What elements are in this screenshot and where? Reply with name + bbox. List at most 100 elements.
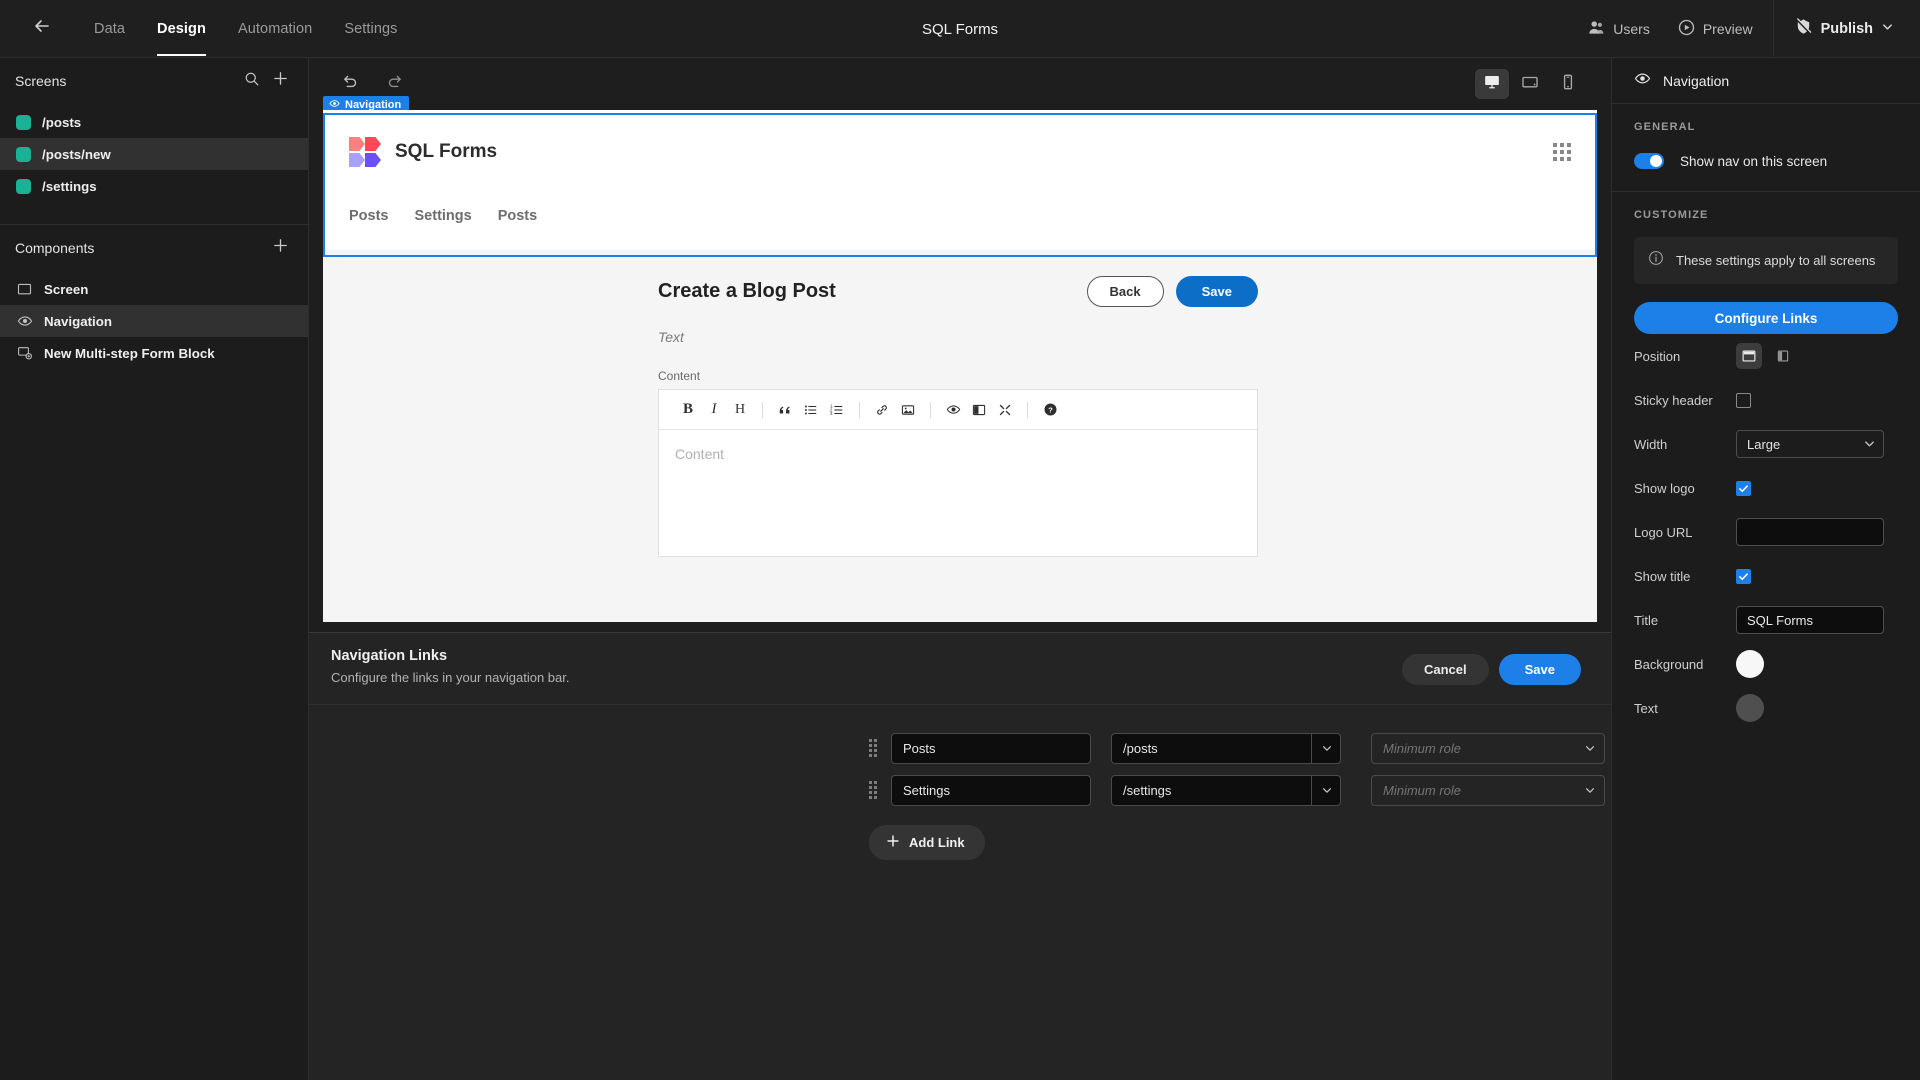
bold-icon[interactable]: B: [675, 397, 701, 423]
position-label: Position: [1634, 349, 1736, 364]
show-nav-toggle[interactable]: [1634, 153, 1664, 169]
tab-settings[interactable]: Settings: [328, 15, 413, 43]
canvas-toolbar: [309, 58, 1611, 110]
left-sidebar: Screens /posts /posts/new: [0, 58, 309, 1080]
component-item-screen[interactable]: Screen: [0, 273, 308, 305]
info-banner: These settings apply to all screens: [1634, 237, 1898, 284]
app-nav-link[interactable]: Posts: [498, 208, 538, 224]
app-nav-link[interactable]: Posts: [349, 208, 389, 224]
link-url-select[interactable]: [1111, 775, 1341, 806]
cancel-button[interactable]: Cancel: [1402, 654, 1489, 685]
show-logo-checkbox[interactable]: [1736, 481, 1751, 496]
link-role-select[interactable]: [1371, 733, 1605, 764]
save-button-preview[interactable]: Save: [1176, 276, 1258, 307]
position-property: Position: [1634, 334, 1898, 378]
link-url-input[interactable]: [1111, 775, 1341, 806]
width-select[interactable]: Large: [1736, 430, 1884, 458]
drag-dots-icon[interactable]: [869, 739, 877, 757]
component-item-multistep-form-block[interactable]: New Multi-step Form Block: [0, 337, 308, 369]
sidebar-item-posts[interactable]: /posts: [0, 106, 308, 138]
ordered-list-icon[interactable]: 123: [824, 397, 850, 423]
save-button[interactable]: Save: [1499, 654, 1581, 685]
quote-icon[interactable]: [772, 397, 798, 423]
desktop-preview-button[interactable]: [1475, 69, 1509, 99]
sticky-header-checkbox[interactable]: [1736, 393, 1751, 408]
component-label: New Multi-step Form Block: [44, 346, 215, 361]
logo-url-input[interactable]: [1736, 518, 1884, 546]
preview-eye-icon[interactable]: [940, 397, 966, 423]
components-title: Components: [15, 240, 266, 256]
general-section-label: GENERAL: [1634, 121, 1898, 133]
italic-icon[interactable]: I: [701, 397, 727, 423]
text-field-placeholder[interactable]: Text: [658, 307, 1258, 345]
link-url-select[interactable]: [1111, 733, 1341, 764]
background-color-swatch[interactable]: [1736, 650, 1764, 678]
text-color-swatch[interactable]: [1736, 694, 1764, 722]
app-nav-link[interactable]: Settings: [415, 208, 472, 224]
logo-url-property: Logo URL: [1634, 510, 1898, 554]
preview-button[interactable]: Preview: [1664, 11, 1767, 47]
unordered-list-icon[interactable]: [798, 397, 824, 423]
grid-drag-icon[interactable]: [1553, 143, 1571, 161]
back-button-preview[interactable]: Back: [1087, 276, 1164, 307]
tab-design[interactable]: Design: [141, 15, 222, 43]
link-icon[interactable]: [869, 397, 895, 423]
sidebar-item-settings[interactable]: /settings: [0, 170, 308, 202]
tab-automation[interactable]: Automation: [222, 15, 328, 43]
undo-button[interactable]: [335, 69, 365, 99]
svg-text:3: 3: [830, 411, 833, 416]
redo-icon: [385, 72, 404, 96]
component-label: Navigation: [44, 314, 112, 329]
preview-label: Preview: [1703, 21, 1753, 37]
tablet-icon: [1521, 73, 1539, 96]
link-role-select[interactable]: [1371, 775, 1605, 806]
back-button[interactable]: [22, 9, 62, 49]
link-text-input[interactable]: [891, 775, 1091, 806]
image-icon[interactable]: [895, 397, 921, 423]
screen-label: /settings: [42, 179, 97, 194]
drag-dots-icon[interactable]: [869, 781, 877, 799]
link-url-input[interactable]: [1111, 733, 1341, 764]
heading-icon[interactable]: H: [727, 397, 753, 423]
add-link-button[interactable]: Add Link: [869, 825, 985, 860]
screen-status-dot: [16, 179, 31, 194]
link-role-input[interactable]: [1371, 733, 1605, 764]
users-button[interactable]: Users: [1574, 11, 1664, 47]
app-navigation-bar[interactable]: SQL Forms Posts Settings Posts: [323, 110, 1597, 250]
plus-icon: [272, 237, 289, 259]
show-title-checkbox[interactable]: [1736, 569, 1751, 584]
screen-status-dot: [16, 147, 31, 162]
redo-button[interactable]: [379, 69, 409, 99]
component-item-navigation[interactable]: Navigation: [0, 305, 308, 337]
publish-button[interactable]: Publish: [1780, 17, 1920, 41]
tab-data[interactable]: Data: [78, 15, 141, 43]
preview-form-area: Create a Blog Post Back Save Text Conten…: [323, 250, 1597, 622]
link-rows: Add Link: [309, 705, 1611, 860]
customize-section-label: CUSTOMIZE: [1634, 209, 1898, 221]
top-bar-actions: Users Preview Publish: [1574, 0, 1920, 58]
components-list: Screen Navigation New Multi-step Form Bl…: [0, 271, 308, 369]
search-screens-button[interactable]: [238, 67, 266, 95]
fullscreen-icon[interactable]: [992, 397, 1018, 423]
markdown-toolbar: B I H 123: [659, 390, 1257, 430]
mobile-preview-button[interactable]: [1551, 69, 1585, 99]
configure-links-button[interactable]: Configure Links: [1634, 302, 1898, 334]
customize-section: CUSTOMIZE These settings apply to all sc…: [1612, 192, 1920, 730]
show-logo-label: Show logo: [1634, 481, 1736, 496]
content-textarea[interactable]: Content: [659, 430, 1257, 556]
help-icon[interactable]: ?: [1037, 397, 1063, 423]
side-nav-icon[interactable]: [1770, 343, 1796, 369]
title-input[interactable]: [1736, 606, 1884, 634]
sidebar-item-posts-new[interactable]: /posts/new: [0, 138, 308, 170]
width-value: Large: [1736, 430, 1884, 458]
top-nav-icon[interactable]: [1736, 343, 1762, 369]
info-icon: [1648, 250, 1664, 271]
link-text-input[interactable]: [891, 733, 1091, 764]
link-role-input[interactable]: [1371, 775, 1605, 806]
tablet-preview-button[interactable]: [1513, 69, 1547, 99]
add-screen-button[interactable]: [266, 67, 294, 95]
side-by-side-icon[interactable]: [966, 397, 992, 423]
title-property: Title: [1634, 598, 1898, 642]
app-preview-frame: SQL Forms Posts Settings Posts Create a …: [323, 110, 1597, 622]
add-component-button[interactable]: [266, 234, 294, 262]
